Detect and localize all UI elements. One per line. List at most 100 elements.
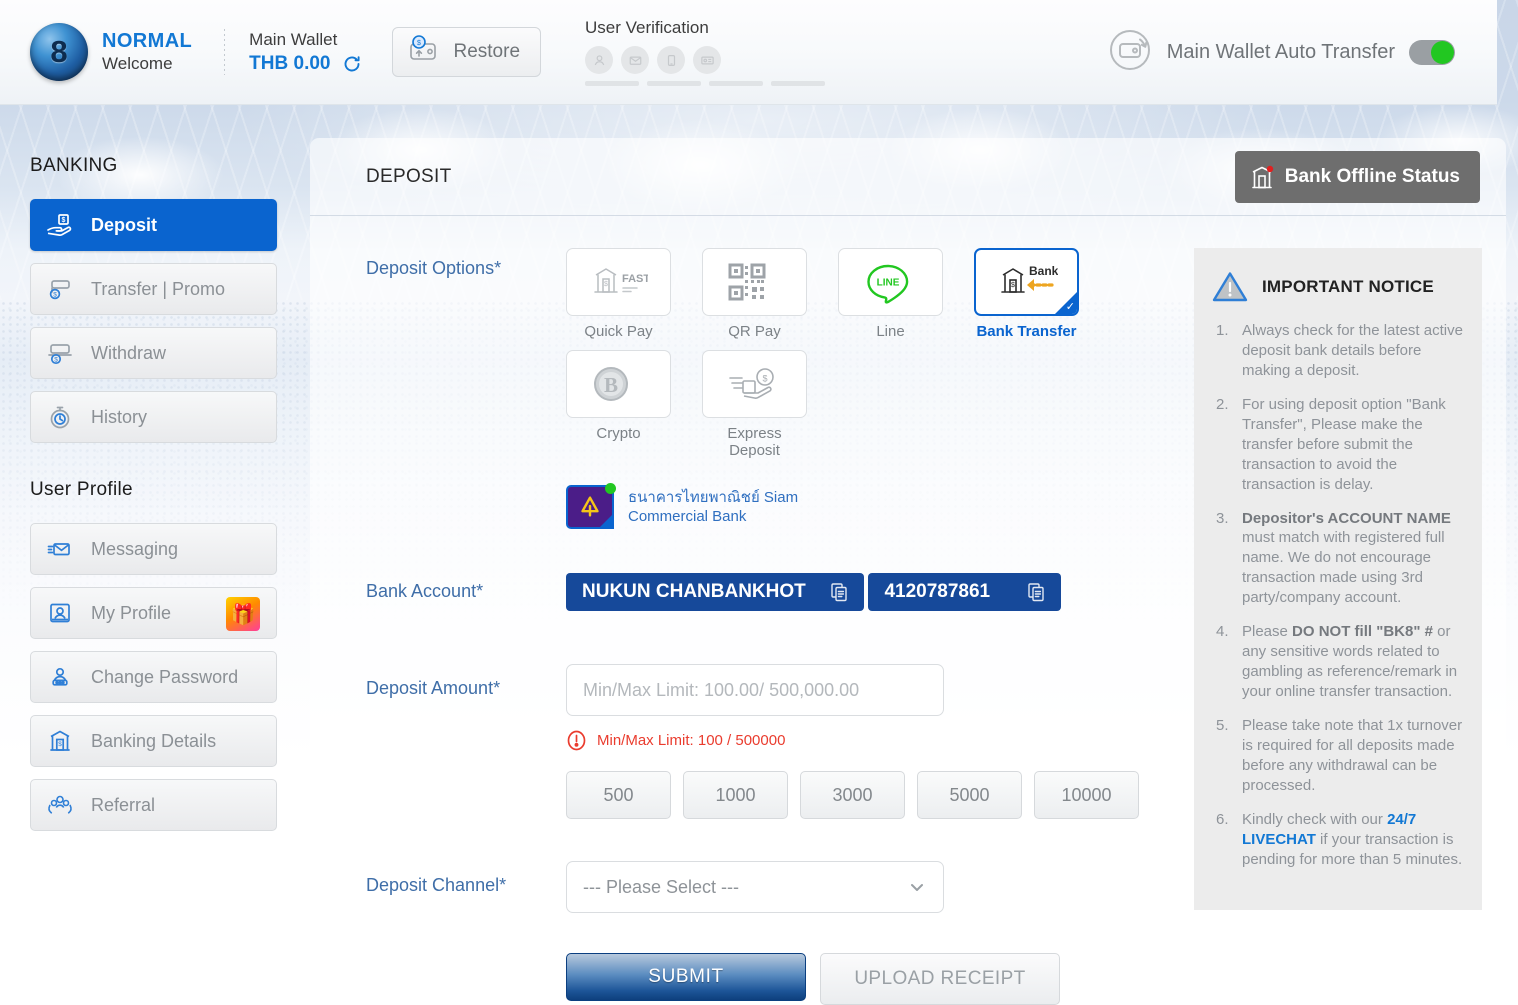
- quick-amount-buttons: 500 1000 3000 5000 10000: [566, 771, 1176, 819]
- line-chat-icon: LINE: [862, 261, 920, 303]
- main-wallet-block: Main Wallet THB 0.00: [249, 29, 362, 76]
- deposit-option-quick-pay[interactable]: $ FAST Quick Pay: [566, 248, 671, 340]
- quick-amount-1000[interactable]: 1000: [683, 771, 788, 819]
- notice-item: Please take note that 1x turnover is req…: [1212, 716, 1464, 796]
- id-card-icon[interactable]: [693, 46, 721, 74]
- sidebar-item-label: Banking Details: [91, 731, 216, 752]
- deposit-amount-input[interactable]: [566, 664, 944, 716]
- sidebar-item-label: Transfer | Promo: [91, 279, 225, 300]
- sidebar-item-change-password[interactable]: Change Password: [30, 651, 277, 703]
- copy-icon[interactable]: [830, 582, 848, 602]
- account-rank-block: NORMAL Welcome: [102, 30, 192, 74]
- bank-online-dot: [605, 483, 616, 494]
- user-verification-title: User Verification: [585, 18, 825, 38]
- envelope-icon[interactable]: [621, 46, 649, 74]
- amount-error-message: Min/Max Limit: 100 / 500000: [566, 730, 1176, 751]
- deposit-option-caption: Bank Transfer: [974, 323, 1079, 340]
- deposit-amount-label: Deposit Amount*: [366, 664, 566, 819]
- user-verification-block: User Verification: [585, 18, 825, 86]
- deposit-form: Deposit Options* $: [366, 248, 1176, 1005]
- restore-button[interactable]: $ Restore: [392, 27, 541, 77]
- verification-bar: [771, 81, 825, 86]
- referral-people-icon: [45, 790, 75, 820]
- deposit-option-tile[interactable]: B: [566, 350, 671, 418]
- sidebar-banking-list: $ Deposit $ Transfer | Promo: [30, 199, 277, 443]
- bank-offline-status-button[interactable]: Bank Offline Status: [1235, 151, 1480, 203]
- deposit-option-tile[interactable]: LINE: [838, 248, 943, 316]
- sidebar-item-withdraw[interactable]: $ Withdraw: [30, 327, 277, 379]
- copy-icon[interactable]: [1027, 582, 1045, 602]
- sidebar-item-transfer-promo[interactable]: $ Transfer | Promo: [30, 263, 277, 315]
- deposit-option-line[interactable]: LINE Line: [838, 248, 943, 340]
- sidebar-item-label: My Profile: [91, 603, 171, 624]
- auto-transfer-label: Main Wallet Auto Transfer: [1167, 41, 1395, 64]
- mobile-icon[interactable]: [657, 46, 685, 74]
- quick-amount-5000[interactable]: 5000: [917, 771, 1022, 819]
- sidebar-item-deposit[interactable]: $ Deposit: [30, 199, 277, 251]
- quick-amount-3000[interactable]: 3000: [800, 771, 905, 819]
- svg-text:$: $: [53, 292, 57, 299]
- envelope-icon: [45, 534, 75, 564]
- quick-amount-10000[interactable]: 10000: [1034, 771, 1139, 819]
- deposit-option-tile[interactable]: [702, 248, 807, 316]
- site-logo[interactable]: 8: [30, 23, 88, 81]
- deposit-option-bank-transfer[interactable]: ✓ $ Bank: [974, 248, 1079, 340]
- password-user-icon: [45, 662, 75, 692]
- transfer-icon: $: [45, 274, 75, 304]
- content-header: DEPOSIT Bank Offline Status: [310, 138, 1506, 216]
- page-title: DEPOSIT: [366, 166, 452, 188]
- auto-transfer-toggle[interactable]: [1409, 40, 1455, 65]
- deposit-channel-select[interactable]: --- Please Select ---: [566, 861, 944, 913]
- deposit-option-tile[interactable]: ✓ $ Bank: [974, 248, 1079, 316]
- bitcoin-icon: B: [590, 363, 648, 405]
- bank-alert-icon: [1249, 163, 1275, 191]
- sidebar-item-label: Change Password: [91, 667, 238, 688]
- deposit-options-grid: $ FAST Quick Pay: [566, 248, 1156, 469]
- quick-amount-500[interactable]: 500: [566, 771, 671, 819]
- important-notice-title: IMPORTANT NOTICE: [1262, 277, 1434, 297]
- svg-text:FAST: FAST: [622, 273, 648, 285]
- upload-receipt-button[interactable]: UPLOAD RECEIPT: [820, 953, 1060, 1005]
- header-divider: [224, 29, 225, 75]
- deposit-option-tile[interactable]: $ FAST: [566, 248, 671, 316]
- notice-item: Depositor's ACCOUNT NAME must match with…: [1212, 509, 1464, 609]
- deposit-option-caption: Express Deposit: [702, 425, 807, 459]
- sidebar-heading-user-profile: User Profile: [30, 479, 277, 501]
- deposit-channel-row: Deposit Channel* --- Please Select ---: [366, 861, 1176, 913]
- account-number-copy-field[interactable]: 4120787861: [868, 573, 1061, 611]
- submit-button[interactable]: SUBMIT: [566, 953, 806, 1001]
- gift-icon[interactable]: 🎁: [226, 597, 260, 631]
- svg-text:$: $: [54, 357, 58, 364]
- selected-bank-chip[interactable]: ธนาคารไทยพาณิชย์ Siam Commercial Bank: [566, 485, 886, 529]
- deposit-option-tile[interactable]: $: [702, 350, 807, 418]
- sidebar-item-messaging[interactable]: Messaging: [30, 523, 277, 575]
- sidebar-profile-list: Messaging My Profile 🎁: [30, 523, 277, 831]
- deposit-option-qr-pay[interactable]: QR Pay: [702, 248, 807, 340]
- user-icon[interactable]: [585, 46, 613, 74]
- warning-triangle-icon: [1212, 270, 1248, 303]
- selected-bank-name-en: Commercial Bank: [628, 508, 746, 525]
- auto-transfer-block: Main Wallet Auto Transfer: [1107, 27, 1455, 78]
- account-name-copy-field[interactable]: NUKUN CHANBANKHOT: [566, 573, 864, 611]
- deposit-option-crypto[interactable]: B Crypto: [566, 350, 671, 459]
- deposit-option-express-deposit[interactable]: $ Express Deposit: [702, 350, 807, 459]
- deposit-option-caption: Quick Pay: [566, 323, 671, 340]
- site-logo-text: 8: [50, 34, 67, 70]
- express-deposit-icon: $: [726, 363, 784, 405]
- form-actions: SUBMIT UPLOAD RECEIPT: [566, 953, 1176, 1005]
- sidebar-item-referral[interactable]: Referral: [30, 779, 277, 831]
- sidebar-item-history[interactable]: History: [30, 391, 277, 443]
- verification-progress-bars: [585, 81, 825, 86]
- account-name-value: NUKUN CHANBANKHOT: [582, 581, 806, 603]
- sidebar-item-label: Deposit: [91, 215, 157, 236]
- bank-account-label: Bank Account*: [366, 573, 566, 624]
- restore-button-label: Restore: [453, 41, 520, 63]
- deposit-channel-label: Deposit Channel*: [366, 861, 566, 913]
- sidebar-item-banking-details[interactable]: $ Banking Details: [30, 715, 277, 767]
- stopwatch-history-icon: [45, 402, 75, 432]
- verification-bar: [585, 81, 639, 86]
- sidebar-item-my-profile[interactable]: My Profile 🎁: [30, 587, 277, 639]
- fast-bank-icon: $ FAST: [590, 261, 648, 303]
- notice-item: For using deposit option "Bank Transfer"…: [1212, 395, 1464, 495]
- refresh-icon[interactable]: [342, 54, 362, 74]
